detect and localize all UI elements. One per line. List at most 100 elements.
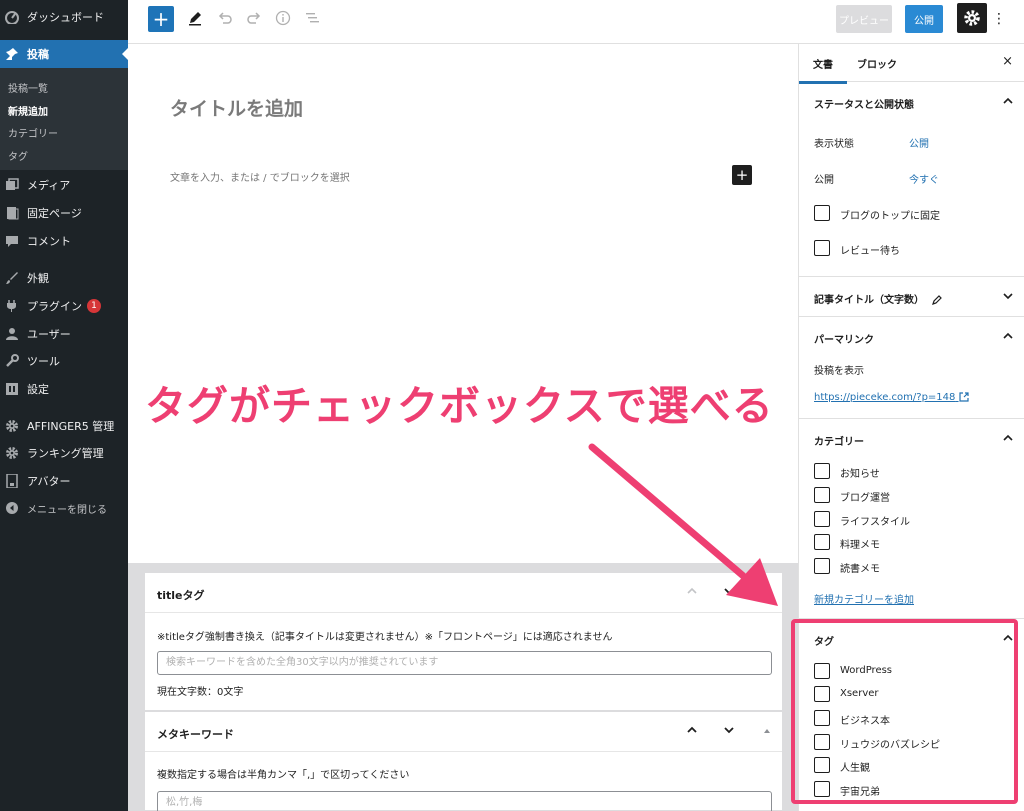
list-view-icon [306, 13, 319, 23]
menu-avatar[interactable]: アバター [0, 467, 128, 495]
menu-dashboard[interactable]: ダッシュボード [0, 3, 128, 31]
chevron-up-icon [1003, 97, 1013, 104]
category-label: お知らせ [840, 469, 880, 480]
more-options-button[interactable]: ⋮ [992, 5, 1006, 33]
sticky-checkbox[interactable] [814, 205, 830, 221]
move-up-button[interactable] [684, 585, 700, 601]
category-panel-header[interactable]: カテゴリー [799, 418, 1024, 458]
status-panel-title: ステータスと公開状態 [814, 100, 914, 111]
menu-comments[interactable]: コメント [0, 227, 128, 255]
settings-toggle-button[interactable] [957, 3, 987, 33]
meta-keyword-metabox: メタキーワード 複数指定する場合は半角カンマ「,」で区切ってください 松,竹,梅 [144, 711, 783, 811]
plugin-update-badge: 1 [87, 299, 101, 313]
collapse-icon [5, 501, 19, 515]
menu-plugins-label: プラグイン [27, 300, 82, 313]
submenu-tags[interactable]: タグ [8, 148, 28, 163]
submenu-add-new[interactable]: 新規追加 [8, 103, 48, 118]
menu-media[interactable]: メディア [0, 171, 128, 199]
category-checkbox[interactable] [814, 487, 830, 503]
permalink-url: https://pieceke.com/?p=148 [814, 392, 956, 403]
submenu-all-posts[interactable]: 投稿一覧 [8, 80, 48, 95]
admin-menu: ダッシュボード 投稿 投稿一覧 新規追加 カテゴリー タグ メディア 固定ページ [0, 0, 128, 811]
pending-review-label: レビュー待ち [840, 246, 900, 257]
post-title-field[interactable]: タイトルを追加 [170, 94, 303, 121]
undo-button[interactable] [216, 9, 234, 27]
submenu-categories[interactable]: カテゴリー [8, 125, 58, 140]
menu-collapse-label: メニューを閉じる [27, 504, 107, 516]
sticky-label: ブログのトップに固定 [840, 211, 940, 222]
tab-block[interactable]: ブロック [857, 56, 897, 71]
menu-appearance-label: 外観 [27, 272, 49, 285]
media-icon [5, 178, 19, 192]
menu-settings-label: 設定 [27, 383, 49, 396]
status-panel-header[interactable]: ステータスと公開状態 [799, 82, 1024, 122]
chevron-up-icon [1003, 434, 1013, 441]
wrench-icon [5, 354, 19, 368]
publish-button[interactable]: 公開 [905, 5, 943, 33]
move-down-button[interactable] [721, 585, 737, 601]
meta-keyword-header: メタキーワード [145, 712, 782, 752]
user-icon [5, 327, 19, 341]
preview-button[interactable]: プレビュー [836, 5, 892, 33]
move-down-button[interactable] [721, 724, 737, 740]
info-button[interactable] [274, 9, 292, 27]
menu-ranking[interactable]: ランキング管理 [0, 439, 128, 467]
settings-icon [5, 382, 19, 396]
toggle-panel-button[interactable] [759, 724, 775, 740]
category-checkbox[interactable] [814, 511, 830, 527]
paintbrush-icon [5, 271, 19, 285]
category-checkbox[interactable] [814, 534, 830, 550]
publish-date-value[interactable]: 今すぐ [909, 171, 939, 186]
outline-button[interactable] [303, 9, 321, 27]
chevron-down-icon [1003, 293, 1013, 300]
menu-tools[interactable]: ツール [0, 347, 128, 375]
redo-icon [247, 12, 261, 24]
menu-settings[interactable]: 設定 [0, 375, 128, 403]
add-new-category-link[interactable]: 新規カテゴリーを追加 [814, 591, 914, 606]
menu-pages[interactable]: 固定ページ [0, 199, 128, 227]
category-checkbox[interactable] [814, 463, 830, 479]
menu-users[interactable]: ユーザー [0, 320, 128, 348]
close-sidebar-button[interactable]: × [1002, 54, 1013, 69]
dashboard-icon [5, 10, 19, 25]
view-post-label: 投稿を表示 [814, 366, 864, 377]
menu-affinger-label: AFFINGER5 管理 [27, 420, 115, 433]
menu-plugins[interactable]: プラグイン 1 [0, 292, 128, 320]
block-appender[interactable]: 文章を入力、または / でブロックを選択 [170, 169, 350, 184]
edit-tool-button[interactable] [186, 9, 204, 27]
permalink-link[interactable]: https://pieceke.com/?p=148 [814, 392, 969, 403]
plugin-icon [5, 299, 19, 313]
title-tag-metabox: titleタグ ※titleタグ強制書き換え（記事タイトルは変更されません）※「… [144, 572, 783, 711]
chevron-down-icon [724, 727, 734, 734]
publish-label: 公開 [814, 175, 834, 186]
permalink-panel-header[interactable]: パーマリンク [799, 316, 1024, 356]
add-block-button[interactable]: + [148, 6, 174, 32]
menu-collapse[interactable]: メニューを閉じる [0, 494, 128, 522]
toggle-panel-button[interactable] [753, 585, 769, 601]
chevron-down-icon [724, 588, 734, 595]
menu-tools-label: ツール [27, 355, 60, 368]
visibility-value[interactable]: 公開 [909, 135, 929, 150]
permalink-panel-title: パーマリンク [814, 335, 874, 346]
meta-keyword-input[interactable]: 松,竹,梅 [157, 791, 772, 811]
category-checkbox[interactable] [814, 558, 830, 574]
menu-users-label: ユーザー [27, 328, 71, 341]
pending-review-checkbox[interactable] [814, 240, 830, 256]
menu-affinger[interactable]: AFFINGER5 管理 [0, 412, 128, 440]
inline-add-block-button[interactable]: + [732, 165, 752, 185]
move-up-button[interactable] [684, 724, 700, 740]
title-count-panel-title: 記事タイトル（文字数） [814, 291, 943, 306]
tab-document[interactable]: 文書 [799, 56, 847, 84]
title-count-panel-label: 記事タイトル（文字数） [814, 295, 924, 306]
category-label: ブログ運営 [840, 493, 890, 504]
menu-posts[interactable]: 投稿 [0, 40, 128, 68]
redo-button[interactable] [245, 9, 263, 27]
title-tag-input[interactable]: 検索キーワードを含めた全角30文字以内が推奨されています [157, 651, 772, 675]
annotation-caption: タグがチェックボックスで選べる [145, 382, 774, 430]
info-icon [275, 10, 291, 26]
chevron-up-icon [687, 726, 697, 733]
title-count-panel-header[interactable]: 記事タイトル（文字数） [799, 276, 1024, 316]
menu-comments-label: コメント [27, 235, 71, 248]
undo-icon [218, 12, 232, 24]
menu-appearance[interactable]: 外観 [0, 264, 128, 292]
